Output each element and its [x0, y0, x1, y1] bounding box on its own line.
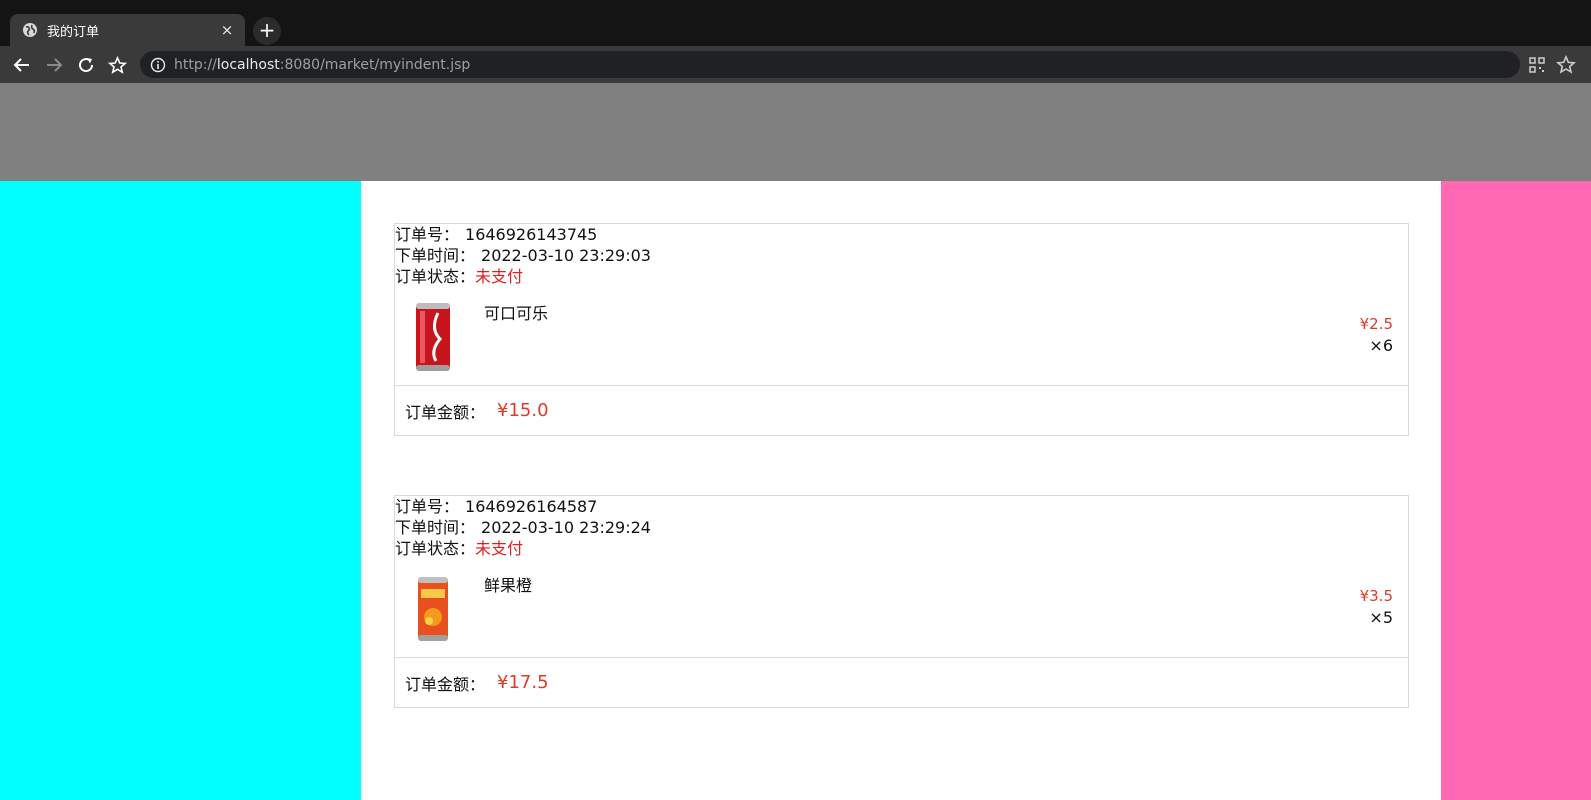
product-quantity: ×6 [1369, 336, 1393, 355]
left-sidebar [0, 181, 361, 800]
tab-title: 我的订单 [47, 24, 100, 40]
product-price: ¥3.5 [1359, 587, 1393, 605]
forward-button[interactable] [41, 52, 67, 78]
orange-juice-can-icon[interactable] [410, 571, 456, 647]
bookmark-star-icon[interactable] [1556, 55, 1576, 75]
order-meta: 订单号： 1646926164587 下单时间： 2022-03-10 23:29:… [395, 496, 1408, 559]
reload-button[interactable] [73, 52, 99, 78]
order-number-row: 订单号： 1646926143745 [395, 224, 1408, 245]
order-card: 订单号： 1646926143745 下单时间： 2022-03-10 23:29:… [394, 223, 1409, 436]
order-time-row: 下单时间： 2022-03-10 23:29:03 [395, 245, 1408, 266]
url-host: localhost [216, 56, 280, 73]
product-price: ¥2.5 [1359, 315, 1393, 333]
order-time: 2022-03-10 23:29:03 [481, 246, 651, 265]
order-item[interactable]: 鲜果橙 ¥3.5 ×5 [395, 559, 1408, 657]
right-sidebar [1441, 181, 1591, 800]
order-footer: 订单金额： ¥15.0 [395, 385, 1408, 435]
browser-toolbar: http://localhost:8080/market/myindent.js… [0, 46, 1591, 83]
star-icon [107, 55, 127, 74]
product-name[interactable]: 可口可乐 [484, 300, 548, 324]
order-status: 未支付 [475, 267, 524, 286]
order-number-row: 订单号： 1646926164587 [395, 496, 1408, 517]
reload-icon [79, 58, 94, 73]
url-text[interactable]: http://localhost:8080/market/myindent.js… [174, 57, 470, 73]
order-number: 1646926143745 [465, 225, 598, 244]
product-name[interactable]: 鲜果橙 [484, 572, 532, 596]
url-scheme: http:// [174, 56, 217, 73]
orders-panel: 订单号： 1646926143745 下单时间： 2022-03-10 23:29:… [361, 181, 1441, 800]
browser-tab[interactable]: 我的订单 × [10, 14, 245, 46]
order-card: 订单号： 1646926164587 下单时间： 2022-03-10 23:29:… [394, 495, 1409, 708]
order-time-label: 下单时间： [395, 518, 476, 537]
back-button[interactable] [9, 52, 35, 78]
order-time: 2022-03-10 23:29:24 [481, 518, 651, 537]
order-status-label: 订单状态： [395, 267, 476, 286]
info-icon[interactable] [150, 57, 166, 73]
order-meta: 订单号： 1646926143745 下单时间： 2022-03-10 23:29:… [395, 224, 1408, 287]
url-path: :8080/market/myindent.jsp [279, 56, 471, 73]
browser-chrome: 我的订单 × + http://localhost:8080/market/my… [0, 0, 1591, 83]
tab-strip: 我的订单 × + [0, 0, 1591, 46]
order-time-row: 下单时间： 2022-03-10 23:29:24 [395, 517, 1408, 538]
coke-can-icon[interactable] [410, 299, 456, 375]
order-amount-label: 订单金额： [405, 402, 486, 422]
order-status-row: 订单状态：未支付 [395, 266, 1408, 287]
new-tab-button[interactable]: + [253, 17, 281, 45]
qr-code-icon[interactable] [1527, 55, 1547, 75]
globe-icon [23, 23, 37, 37]
arrow-left-icon [13, 58, 29, 72]
page-header [0, 83, 1591, 181]
order-number: 1646926164587 [465, 497, 598, 516]
bookmark-button[interactable] [104, 52, 130, 78]
address-bar[interactable]: http://localhost:8080/market/myindent.js… [140, 51, 1520, 78]
order-footer: 订单金额： ¥17.5 [395, 657, 1408, 707]
arrow-right-icon [47, 58, 63, 72]
order-item[interactable]: 可口可乐 ¥2.5 ×6 [395, 287, 1408, 385]
order-status: 未支付 [475, 539, 524, 558]
order-status-label: 订单状态： [395, 539, 476, 558]
order-amount-label: 订单金额： [405, 674, 486, 694]
order-total: ¥17.5 [497, 672, 549, 693]
order-status-row: 订单状态：未支付 [395, 538, 1408, 559]
product-quantity: ×5 [1369, 608, 1393, 627]
order-total: ¥15.0 [497, 400, 549, 421]
close-tab-icon[interactable]: × [213, 21, 241, 39]
order-number-label: 订单号： [395, 497, 460, 516]
order-number-label: 订单号： [395, 225, 460, 244]
order-time-label: 下单时间： [395, 246, 476, 265]
